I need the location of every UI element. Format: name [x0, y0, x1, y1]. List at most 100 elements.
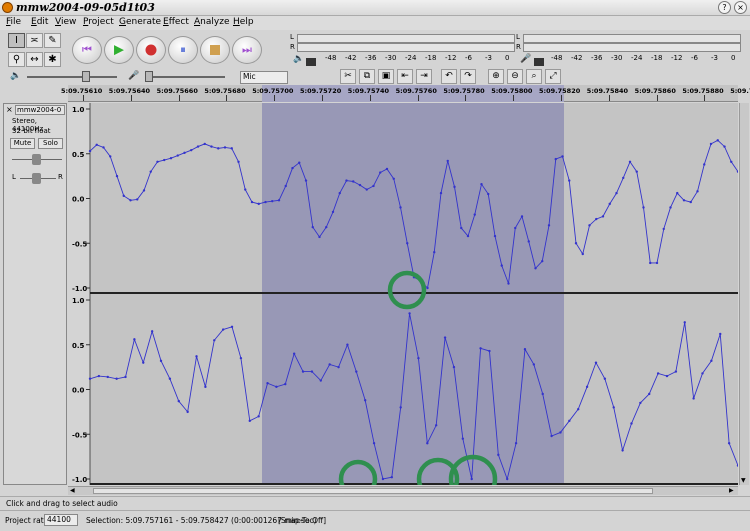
zoom-out-icon[interactable]: ⊖ — [507, 69, 523, 84]
ruler-label: 5:09.75760 — [395, 87, 437, 95]
ruler-tick — [226, 95, 228, 101]
skip-start-button[interactable]: ⏮ — [72, 36, 102, 64]
sample-point — [95, 143, 98, 146]
ruler-tick — [608, 95, 610, 101]
help-button[interactable]: ? — [718, 1, 731, 14]
pause-button[interactable]: ⏸ — [168, 36, 198, 64]
scroll-right-icon[interactable]: ▶ — [729, 487, 734, 494]
play-button[interactable]: ▶ — [104, 36, 134, 64]
sample-point — [136, 198, 139, 201]
output-volume-slider[interactable] — [27, 76, 117, 78]
sample-point — [692, 397, 695, 400]
track-name: mmw2004-0 — [17, 106, 62, 114]
vertical-scrollbar[interactable]: ▼ — [739, 103, 749, 485]
playback-dropdown-icon[interactable] — [306, 58, 316, 66]
selection-tool-icon[interactable]: I — [8, 33, 25, 48]
project-rate-field[interactable]: 44100 — [44, 514, 78, 526]
menu-edit[interactable]: Edit — [31, 17, 48, 27]
sample-point — [461, 437, 465, 440]
status-bar: Click and drag to select audio — [0, 496, 750, 510]
playback-meter-left — [297, 34, 515, 43]
microphone-icon: 🎤 — [520, 54, 532, 64]
channel-right[interactable]: 1.0 0.5 0.0 -0.5 -1.0 — [68, 294, 738, 485]
close-button[interactable]: × — [734, 1, 747, 14]
amplitude-label: 0.0 — [72, 196, 85, 204]
close-track-icon[interactable]: × — [6, 106, 14, 114]
ruler-label: 5:09.75820 — [539, 87, 581, 95]
fit-project-icon[interactable]: ⤢ — [545, 69, 561, 84]
trim-icon[interactable]: ⇤ — [397, 69, 413, 84]
sample-point — [358, 183, 362, 187]
sample-point — [257, 202, 260, 206]
output-volume-thumb[interactable] — [82, 71, 90, 82]
sample-point — [595, 217, 598, 221]
fit-selection-icon[interactable]: ⌕ — [526, 69, 542, 84]
input-volume-thumb[interactable] — [145, 71, 153, 82]
timeshift-tool-icon[interactable]: ↔ — [26, 52, 43, 67]
mute-button[interactable]: Mute — [10, 138, 35, 149]
menu-analyze[interactable]: Analyze — [194, 17, 229, 27]
meter-scale-label: 0 — [731, 54, 736, 62]
meter-scale-label: -42 — [571, 54, 583, 62]
record-button[interactable] — [136, 36, 166, 64]
scroll-left-icon[interactable]: ◀ — [70, 487, 75, 494]
sample-point — [399, 406, 402, 409]
silence-icon[interactable]: ⇥ — [416, 69, 432, 84]
input-source-select[interactable]: Mic — [240, 71, 288, 84]
zoom-in-icon[interactable]: ⊕ — [488, 69, 504, 84]
menu-generate[interactable]: Generate — [119, 17, 161, 27]
draw-tool-icon[interactable]: ✎ — [44, 33, 61, 48]
pan-slider-thumb[interactable] — [32, 173, 41, 184]
sample-point — [372, 442, 376, 445]
ruler-label: 5:09.75700 — [252, 87, 294, 95]
solo-button[interactable]: Solo — [38, 138, 63, 149]
sample-point — [550, 434, 553, 438]
sample-point — [159, 359, 163, 363]
sample-point — [406, 242, 409, 245]
ruler-tick — [465, 95, 467, 101]
cut-icon[interactable]: ✂ — [340, 69, 356, 84]
record-dropdown-icon[interactable] — [534, 58, 544, 66]
skip-end-button[interactable]: ⏭ — [232, 36, 262, 64]
gain-slider-thumb[interactable] — [32, 154, 41, 165]
sample-point — [547, 224, 551, 227]
sample-point — [487, 192, 490, 196]
multi-tool-icon[interactable]: ✱ — [44, 52, 61, 67]
sample-point — [176, 154, 179, 157]
sample-point — [703, 163, 706, 166]
sample-point — [88, 377, 92, 380]
menu-project[interactable]: Project — [83, 17, 114, 27]
track-name-dropdown[interactable]: mmw2004-0 — [15, 105, 65, 115]
sample-point — [683, 321, 686, 324]
sample-point — [124, 375, 127, 379]
redo-icon[interactable]: ↷ — [460, 69, 476, 84]
menu-file[interactable]: File — [6, 17, 21, 27]
stop-button[interactable] — [200, 36, 230, 64]
menu-effect[interactable]: Effect — [163, 17, 189, 27]
envelope-tool-icon[interactable]: ≍ — [26, 33, 43, 48]
scroll-down-icon[interactable]: ▼ — [741, 478, 749, 484]
meter-scale-label: -36 — [365, 54, 377, 62]
waveform-view[interactable]: 1.0 0.5 0.0 -0.5 -1.0 1.0 0.5 0.0 -0.5 -1.0 — [68, 103, 738, 485]
menu-help[interactable]: Help — [233, 17, 254, 27]
meter-scale-label: -12 — [445, 54, 457, 62]
sample-point — [97, 374, 101, 378]
horizontal-scroll-thumb[interactable] — [93, 488, 653, 494]
sample-point — [674, 370, 678, 373]
sample-point — [649, 261, 652, 265]
horizontal-scrollbar[interactable]: ◀ ▶ — [68, 486, 738, 495]
sample-point — [109, 155, 112, 158]
paste-icon[interactable]: ▣ — [378, 69, 394, 84]
sample-point — [250, 200, 254, 204]
sample-point — [150, 330, 154, 333]
snap-to-status[interactable]: [Snap-To Off] — [278, 516, 326, 525]
menu-view[interactable]: View — [55, 17, 76, 27]
timeline-ruler[interactable]: 5:09.75610 5:09.75640 5:09.75660 5:09.75680… — [61, 85, 750, 102]
zoom-tool-icon[interactable]: ⚲ — [8, 52, 25, 67]
input-volume-slider[interactable] — [145, 76, 225, 78]
channel-left[interactable]: 1.0 0.5 0.0 -0.5 -1.0 — [68, 103, 738, 294]
sample-point — [730, 160, 733, 164]
copy-icon[interactable]: ⧉ — [359, 69, 375, 84]
sample-point — [594, 361, 598, 364]
undo-icon[interactable]: ↶ — [441, 69, 457, 84]
